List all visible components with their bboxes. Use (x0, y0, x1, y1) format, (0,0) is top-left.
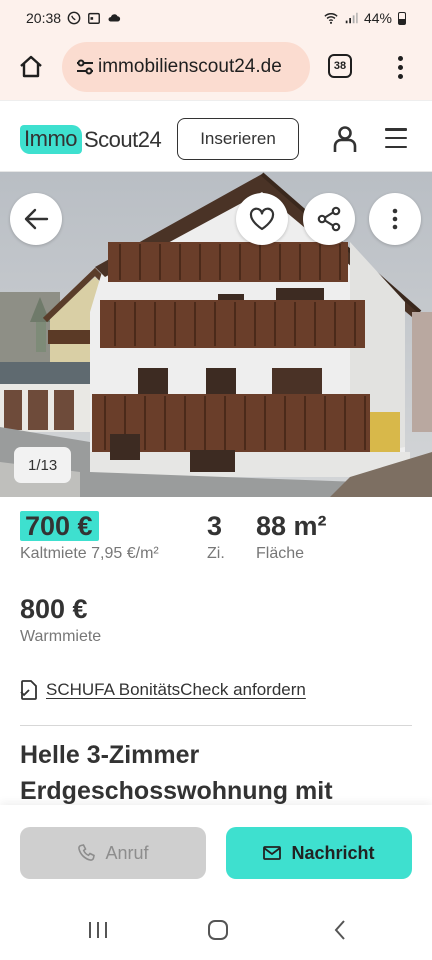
contact-action-bar: Anruf Nachricht (0, 805, 432, 900)
system-back-button[interactable] (328, 918, 352, 942)
schufa-link-text: SCHUFA BonitätsCheck anfordern (46, 680, 306, 699)
cloud-icon (108, 14, 121, 22)
arrow-left-icon (24, 208, 49, 230)
cold-rent-value: 700 € (20, 511, 99, 541)
schufa-link[interactable]: SCHUFA BonitätsCheck anfordern (20, 680, 306, 700)
site-settings-icon[interactable] (74, 56, 96, 78)
cold-rent-label: Kaltmiete 7,95 €/m² (20, 545, 159, 562)
clock: 20:38 (26, 10, 62, 26)
listing-photo[interactable]: 1/13 (0, 172, 432, 497)
document-check-icon (20, 680, 37, 700)
immoscout-logo[interactable]: Immo Scout24 (20, 125, 162, 154)
battery-icon (398, 11, 406, 25)
status-bar: 20:38 44% (0, 0, 432, 36)
rooms: 3 Zi. (207, 509, 225, 563)
calendar-icon (88, 12, 100, 24)
rooms-value: 3 (207, 511, 223, 541)
home-circle-icon (208, 920, 228, 940)
warm-rent-value: 800 € (20, 594, 88, 624)
browser-toolbar: immobilienscout24.de 38 (0, 36, 432, 100)
tab-count: 38 (333, 60, 347, 72)
message-button[interactable]: Nachricht (226, 827, 412, 879)
favorite-button[interactable] (236, 193, 288, 245)
wifi-icon (324, 13, 338, 24)
url-text: immobilienscout24.de (98, 56, 282, 77)
browser-menu-button[interactable] (390, 50, 410, 84)
recent-apps-button[interactable] (86, 918, 110, 942)
back-button[interactable] (10, 193, 62, 245)
mail-icon (263, 846, 282, 860)
address-bar[interactable]: immobilienscout24.de (62, 42, 310, 92)
divider (20, 725, 412, 726)
living-area: 88 m² Fläche (256, 509, 327, 563)
system-home-button[interactable] (206, 918, 230, 942)
area-label: Fläche (256, 545, 305, 562)
logo-scout: Scout24 (84, 126, 162, 152)
whatsapp-icon (67, 11, 81, 25)
warm-rent: 800 € Warmmiete (20, 592, 101, 646)
rooms-label: Zi. (207, 545, 225, 562)
system-nav-bar (0, 900, 432, 960)
logo-immo: Immo (20, 125, 82, 154)
call-label: Anruf (105, 842, 149, 863)
call-button[interactable]: Anruf (20, 827, 206, 879)
user-icon[interactable] (332, 125, 358, 153)
recent-apps-icon (89, 922, 107, 938)
cold-rent: 700 € Kaltmiete 7,95 €/m² (20, 509, 159, 563)
home-button[interactable] (14, 50, 48, 84)
battery-level: 44% (363, 10, 392, 26)
more-options-button[interactable] (369, 193, 421, 245)
chevron-left-icon (334, 920, 345, 940)
more-vertical-icon (392, 208, 398, 230)
menu-icon[interactable] (385, 128, 407, 148)
signal-icon (345, 12, 358, 24)
site-header: Immo Scout24 Inserieren (0, 100, 432, 172)
phone-icon (78, 844, 96, 861)
insert-listing-button[interactable]: Inserieren (177, 118, 299, 160)
share-icon (317, 206, 341, 232)
listing-title: Helle 3-Zimmer Erdgeschosswohnung mit (20, 741, 333, 805)
photo-counter: 1/13 (14, 447, 72, 483)
tab-switcher-button[interactable]: 38 (328, 54, 352, 78)
area-value: 88 m² (256, 511, 327, 541)
home-icon (20, 55, 42, 78)
share-button[interactable] (303, 193, 355, 245)
heart-icon (249, 207, 275, 231)
warm-rent-label: Warmmiete (20, 628, 102, 645)
message-label: Nachricht (291, 842, 375, 863)
